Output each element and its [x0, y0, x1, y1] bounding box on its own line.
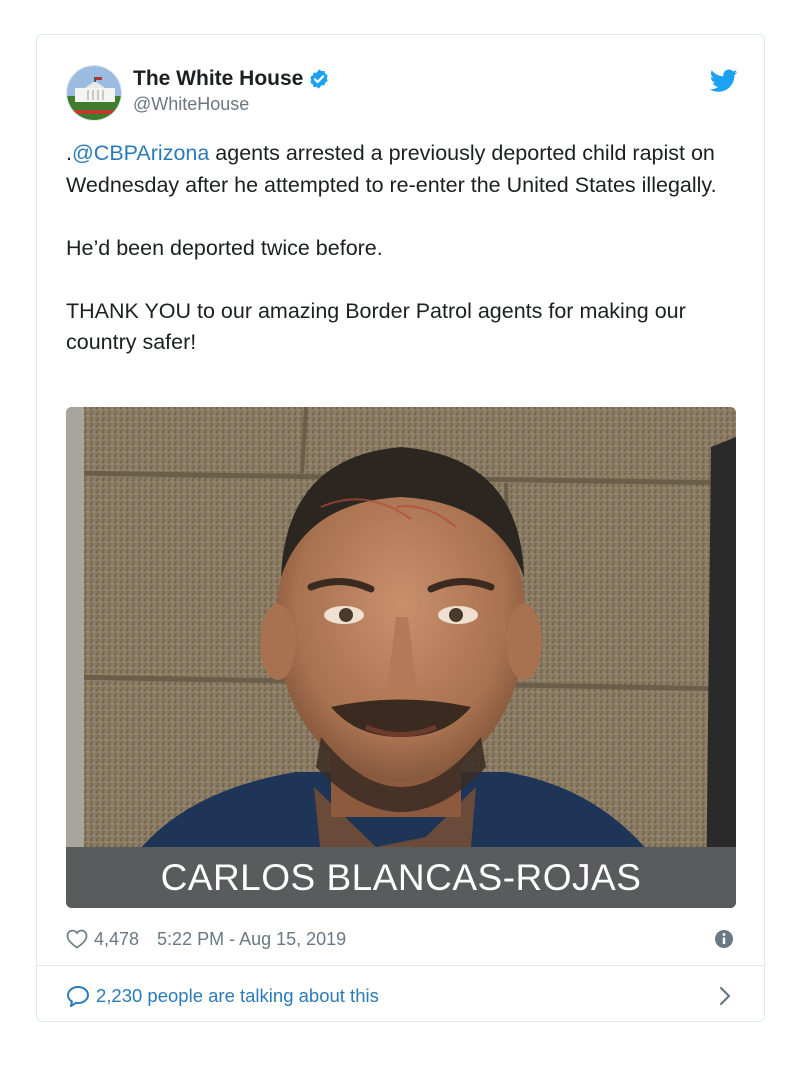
chevron-right-icon[interactable] — [718, 985, 732, 1007]
author-display-name[interactable]: The White House — [133, 67, 330, 91]
photo-caption: CARLOS BLANCAS-ROJAS — [66, 847, 736, 908]
heart-icon[interactable] — [66, 929, 88, 949]
verified-badge-icon — [310, 69, 329, 89]
author-display-name-text[interactable]: The White House — [133, 67, 303, 91]
divider — [37, 965, 764, 966]
conversation-link[interactable]: 2,230 people are talking about this — [66, 981, 734, 1011]
author-handle[interactable]: @WhiteHouse — [133, 94, 330, 115]
like-count[interactable]: 4,478 — [94, 929, 139, 950]
tweet-header: The White House @WhiteHouse — [66, 65, 744, 125]
tweet-text-body: agents arrested a previously deported ch… — [66, 141, 717, 354]
tweet-text: .@CBPArizona agents arrested a previousl… — [66, 138, 746, 359]
tweet-meta: 4,478 5:22 PM - Aug 15, 2019 — [66, 925, 734, 953]
mention-link[interactable]: @CBPArizona — [72, 141, 209, 165]
embedded-tweet-card: The White House @WhiteHouse .@CBPArizona… — [36, 34, 765, 1022]
tweet-photo[interactable]: CARLOS BLANCAS-ROJAS — [66, 407, 736, 908]
info-icon[interactable] — [714, 929, 734, 949]
tweet-timestamp[interactable]: 5:22 PM - Aug 15, 2019 — [157, 929, 346, 950]
reply-bubble-icon — [66, 985, 90, 1007]
twitter-bird-icon[interactable] — [710, 69, 738, 93]
conversation-text[interactable]: 2,230 people are talking about this — [96, 985, 379, 1007]
avatar[interactable] — [66, 65, 122, 121]
mugshot-image — [66, 407, 736, 908]
author-names[interactable]: The White House @WhiteHouse — [133, 67, 330, 115]
